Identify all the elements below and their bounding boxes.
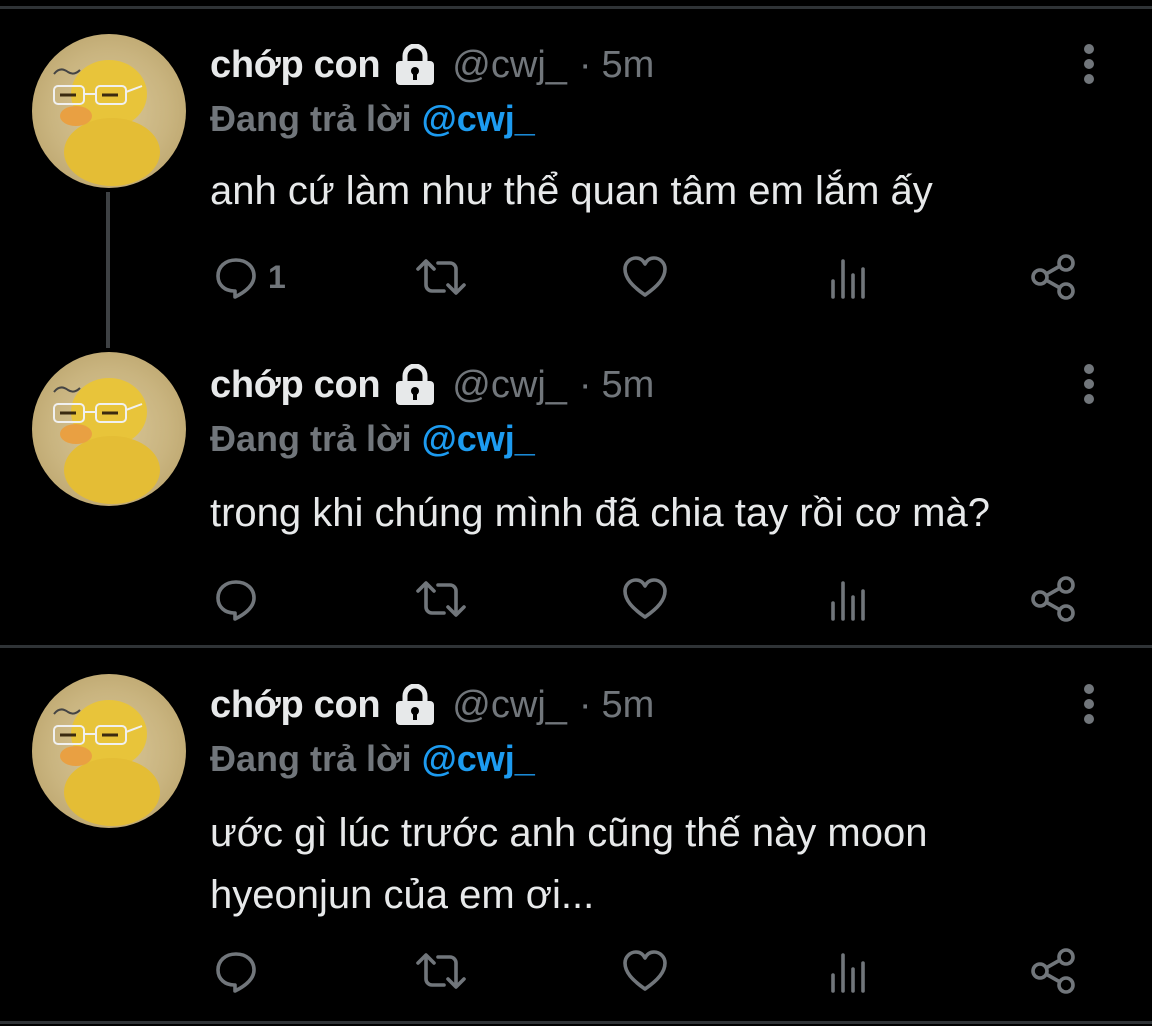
- separator-dot: ·: [578, 683, 592, 726]
- retweet-icon: [416, 953, 466, 989]
- like-icon: [623, 950, 667, 991]
- tweet-actions: [210, 946, 1090, 996]
- handle[interactable]: @cwj_: [452, 44, 567, 87]
- display-name[interactable]: chớp con: [210, 364, 381, 407]
- duck-avatar-icon: [53, 700, 160, 826]
- share-icon: [1031, 254, 1075, 300]
- avatar[interactable]: [32, 34, 186, 188]
- tweet-actions: [210, 574, 1090, 624]
- replying-to-label: Đang trả lời: [210, 738, 412, 779]
- like-button[interactable]: [622, 946, 668, 996]
- tweet-text: trong khi chúng mình đã chia tay rồi cơ …: [210, 491, 990, 535]
- share-icon: [1031, 576, 1075, 622]
- retweet-button[interactable]: [414, 252, 468, 302]
- share-button[interactable]: [1030, 252, 1078, 302]
- lock-icon: [396, 364, 435, 405]
- lock-icon: [396, 44, 435, 85]
- separator-dot: ·: [578, 43, 592, 86]
- display-name[interactable]: chớp con: [210, 44, 381, 87]
- views-icon: [831, 953, 865, 993]
- like-icon: [623, 256, 667, 297]
- tweet-header: chớp con @cwj_ · 5m: [210, 360, 654, 410]
- reply-icon: [216, 952, 256, 993]
- bottom-divider: [0, 1021, 1152, 1024]
- lock-icon: [396, 684, 435, 725]
- views-button[interactable]: [828, 946, 868, 996]
- handle[interactable]: @cwj_: [452, 684, 567, 727]
- share-button[interactable]: [1030, 946, 1078, 996]
- reply-button[interactable]: 1: [214, 252, 286, 302]
- replying-to-label: Đang trả lời: [210, 98, 412, 139]
- views-icon: [831, 581, 865, 621]
- timestamp[interactable]: 5m: [602, 44, 655, 87]
- replying-to-handle[interactable]: @cwj_: [422, 738, 535, 779]
- share-button[interactable]: [1030, 574, 1078, 624]
- more-options-icon[interactable]: [1076, 362, 1102, 406]
- timestamp[interactable]: 5m: [602, 684, 655, 727]
- replying-to-label: Đang trả lời: [210, 418, 412, 459]
- replying-to: Đang trả lời @cwj_: [210, 738, 535, 780]
- tweet[interactable]: chớp con @cwj_ · 5m Đang trả lời @cwj_ an…: [0, 0, 1152, 326]
- tweet-header: chớp con @cwj_ · 5m: [210, 40, 654, 90]
- duck-avatar-icon: [53, 60, 160, 186]
- like-button[interactable]: [622, 574, 668, 624]
- avatar[interactable]: [32, 352, 186, 506]
- tweet-text: anh cứ làm như thể quan tâm em lắm ấy: [210, 169, 933, 213]
- display-name[interactable]: chớp con: [210, 684, 381, 727]
- reply-button[interactable]: [214, 946, 268, 996]
- avatar[interactable]: [32, 674, 186, 828]
- more-options-icon[interactable]: [1076, 42, 1102, 86]
- like-icon: [623, 578, 667, 619]
- retweet-icon: [416, 581, 466, 617]
- replying-to: Đang trả lời @cwj_: [210, 418, 535, 460]
- reply-button[interactable]: [214, 574, 268, 624]
- tweet-actions: 1: [210, 252, 1090, 302]
- separator-dot: ·: [578, 363, 592, 406]
- replying-to-handle[interactable]: @cwj_: [422, 98, 535, 139]
- retweet-button[interactable]: [414, 574, 468, 624]
- reply-count: 1: [268, 258, 286, 295]
- replying-to-handle[interactable]: @cwj_: [422, 418, 535, 459]
- replying-to: Đang trả lời @cwj_: [210, 98, 535, 140]
- views-button[interactable]: [828, 574, 868, 624]
- duck-avatar-icon: [53, 378, 160, 504]
- reply-icon: [216, 258, 256, 299]
- views-icon: [831, 259, 865, 299]
- views-button[interactable]: [828, 252, 868, 302]
- like-button[interactable]: [622, 252, 668, 302]
- tweet-divider: [0, 645, 1152, 648]
- tweet-text: ước gì lúc trước anh cũng thế này moon h…: [210, 811, 928, 917]
- timestamp[interactable]: 5m: [602, 364, 655, 407]
- more-options-icon[interactable]: [1076, 682, 1102, 726]
- retweet-icon: [416, 259, 466, 295]
- share-icon: [1031, 948, 1075, 994]
- retweet-button[interactable]: [414, 946, 468, 996]
- handle[interactable]: @cwj_: [452, 364, 567, 407]
- tweet-header: chớp con @cwj_ · 5m: [210, 680, 654, 730]
- reply-icon: [216, 580, 256, 621]
